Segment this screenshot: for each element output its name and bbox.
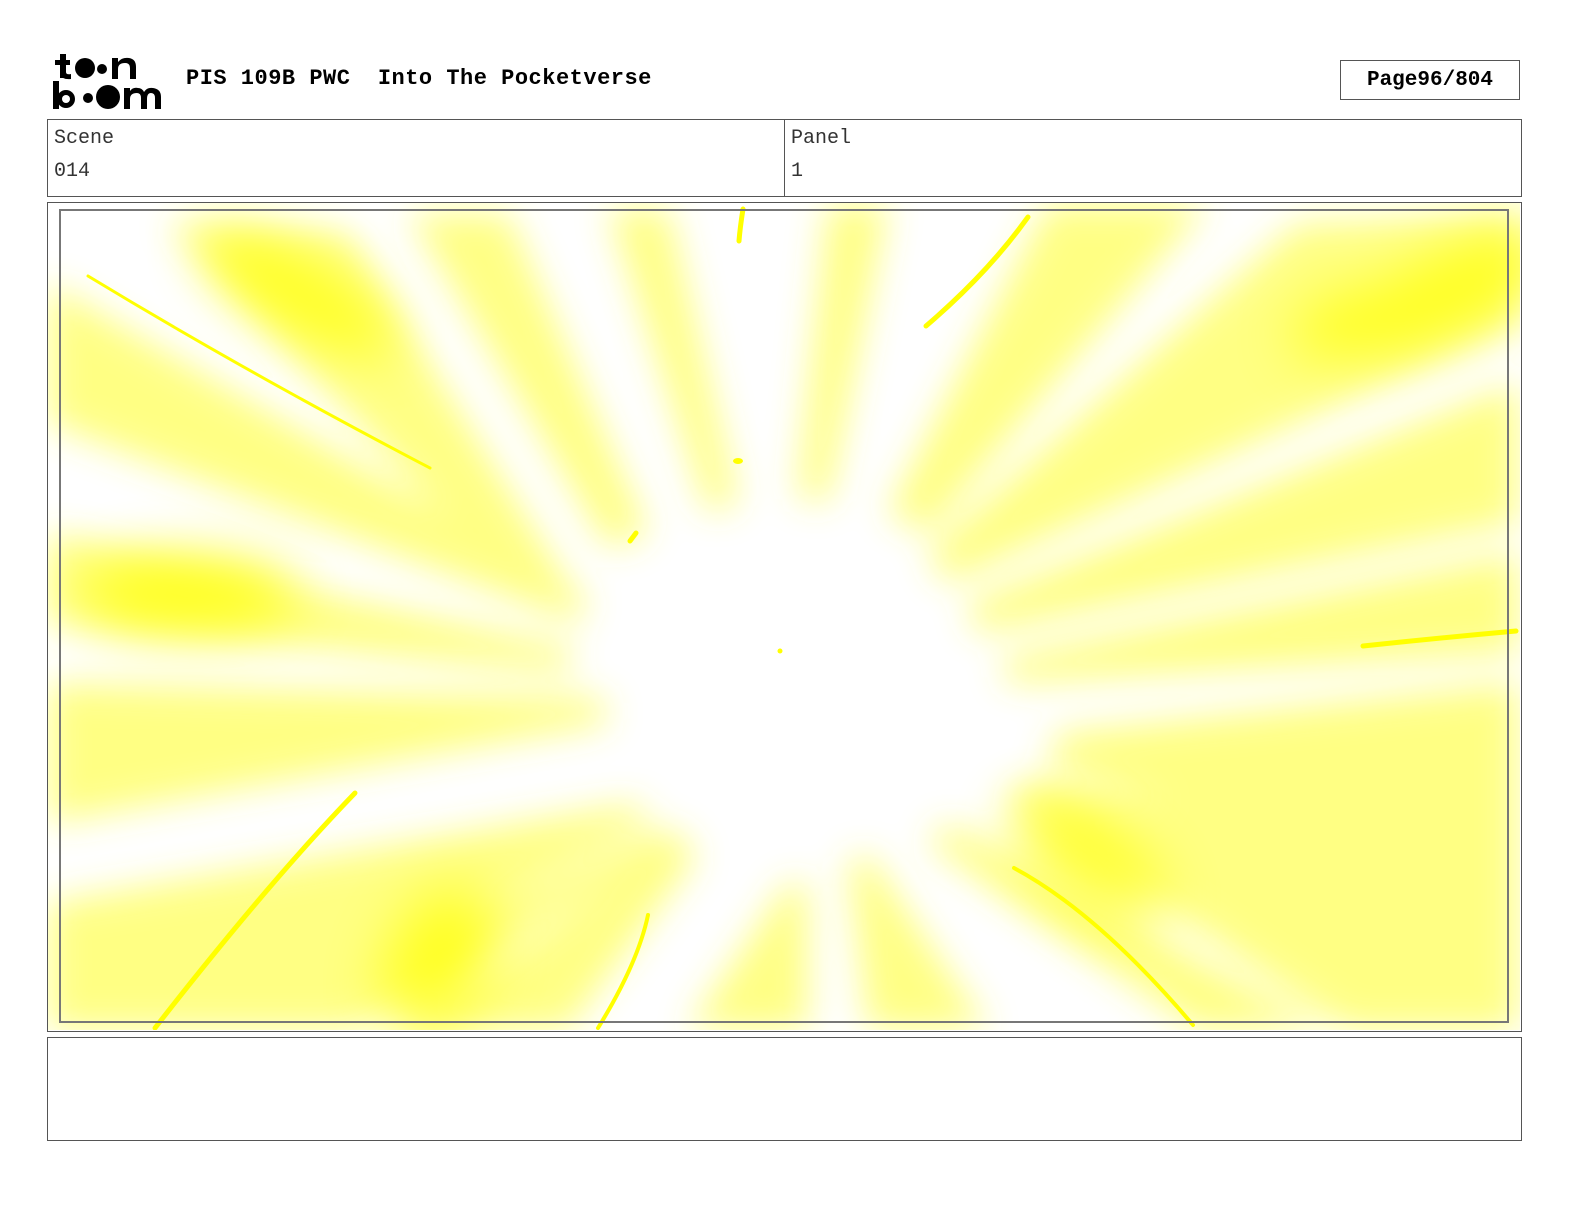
scene-label: Scene <box>54 127 115 150</box>
panel-cell: Panel 1 <box>784 120 1521 196</box>
page-label: Page <box>1366 68 1418 92</box>
toon-boom-logo <box>52 52 164 110</box>
scene-cell: Scene 014 <box>48 120 784 196</box>
caption-box <box>47 1037 1522 1141</box>
storyboard-artwork <box>48 203 1520 1030</box>
page-indicator: Page 96/804 <box>1340 60 1520 100</box>
storyboard-panel-frame <box>47 202 1522 1032</box>
scene-value: 014 <box>54 160 91 183</box>
panel-value: 1 <box>791 160 804 183</box>
page-number: 96/804 <box>1417 68 1494 92</box>
light-burst-drawing <box>48 203 1520 1030</box>
toon-boom-logo-mark <box>53 54 161 109</box>
document-title: PIS 109B PWC Into The Pocketverse <box>186 66 652 91</box>
scene-panel-info: Scene 014 Panel 1 <box>47 119 1522 197</box>
panel-label: Panel <box>791 127 852 150</box>
